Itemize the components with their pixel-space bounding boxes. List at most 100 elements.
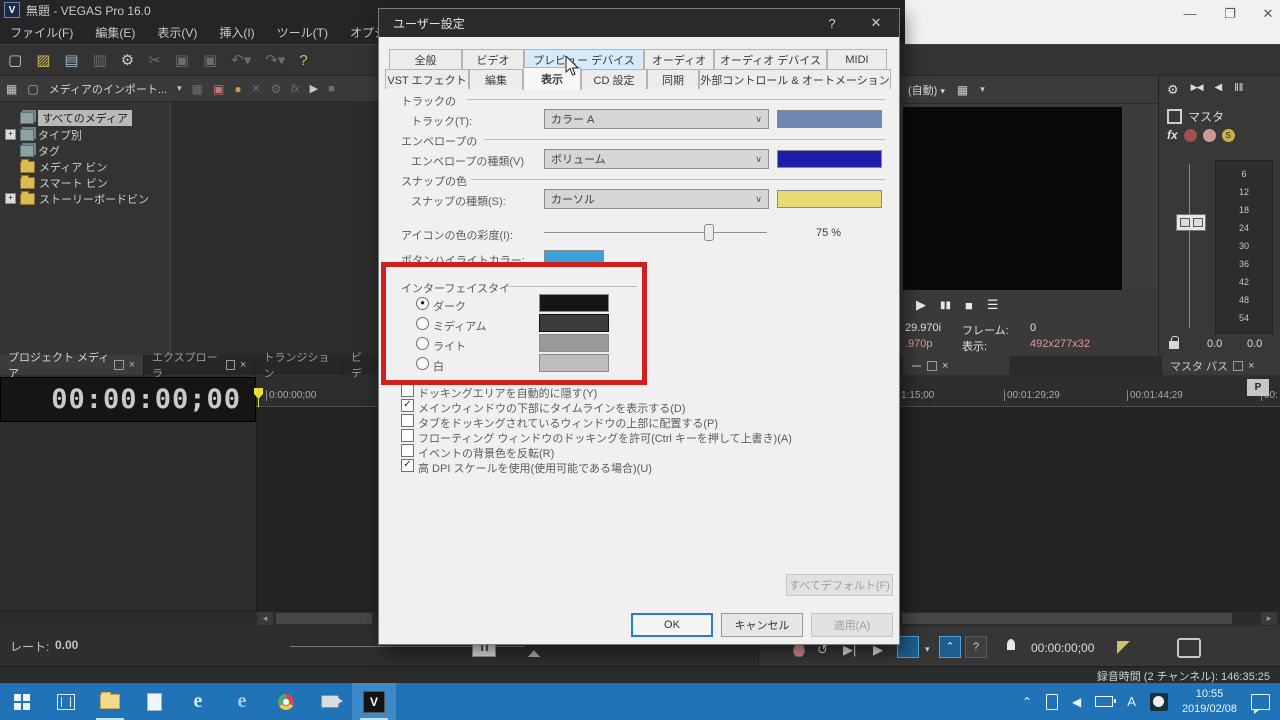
normal-edit-tool-button[interactable]: ⌃ (939, 636, 961, 658)
preview-play-icon[interactable]: ▶ (310, 82, 318, 95)
video-preview-frame[interactable] (903, 107, 1122, 290)
render-as-icon[interactable]: ▥ (93, 51, 107, 69)
dialog-tab-video[interactable]: ビデオ (462, 49, 524, 69)
preview-playlist-icon[interactable]: ☰ (987, 297, 999, 313)
apply-button[interactable]: 適用(A) (811, 613, 893, 637)
task-view-button[interactable] (44, 683, 88, 720)
tree-item-by-type[interactable]: + タイプ別 (0, 127, 170, 142)
master-fader-thumb[interactable] (1176, 214, 1206, 231)
paste-icon[interactable]: ▣ (203, 51, 217, 69)
expander-icon[interactable]: + (5, 129, 16, 140)
capture-video-icon[interactable]: ▣ (213, 82, 224, 96)
copy-icon[interactable]: ▣ (175, 51, 189, 69)
tray-chevron-up-icon[interactable]: ⌃ (1022, 695, 1032, 709)
overlays-grid-icon[interactable]: ▦ (957, 83, 968, 97)
bg-close-button[interactable]: ✕ (1253, 6, 1280, 22)
save-project-icon[interactable]: ▤ (64, 51, 78, 69)
menu-tools[interactable]: ツール(T) (277, 24, 328, 41)
taskbar-vegas-pro[interactable]: V (352, 683, 396, 720)
dialog-tab-vst-effects[interactable]: VST エフェクト (385, 69, 469, 89)
tab-explorer[interactable]: エクスプローラ × (144, 355, 255, 375)
auto-ripple-button[interactable] (897, 636, 919, 658)
taskbar-recorder-app[interactable] (308, 683, 352, 720)
redo-icon[interactable]: ↷▾ (265, 51, 285, 69)
close-icon[interactable]: × (240, 359, 246, 371)
tab-transitions[interactable]: トランジション (255, 355, 342, 375)
whats-this-help-icon[interactable]: ? (299, 52, 307, 69)
envelope-color-swatch[interactable] (777, 150, 882, 168)
ok-button[interactable]: OK (631, 613, 713, 637)
downconvert-icon[interactable]: ▦ (192, 82, 203, 96)
master-fx-icon[interactable]: fx (1167, 128, 1178, 142)
action-center-icon[interactable] (1251, 694, 1270, 710)
import-media-label[interactable]: メディアのインポート... (49, 81, 167, 97)
track-color-swatch[interactable] (777, 110, 882, 128)
remove-media-icon[interactable]: × (252, 80, 261, 97)
taskbar-file-explorer[interactable] (88, 683, 132, 720)
pin-icon[interactable] (114, 360, 123, 370)
dialog-tab-general[interactable]: 全般 (389, 49, 462, 69)
bg-minimize-button[interactable]: — (1175, 6, 1205, 21)
preview-play-icon[interactable]: ▶ (916, 297, 926, 313)
import-dropdown-icon[interactable]: ▾ (177, 83, 182, 94)
undo-icon[interactable]: ↶▾ (231, 51, 251, 69)
snap-type-select[interactable]: カーソル∨ (544, 189, 769, 209)
loop-region-triangle-icon[interactable] (1117, 641, 1130, 654)
taskbar-notepad[interactable] (132, 683, 176, 720)
taskbar-edge[interactable]: e (176, 683, 220, 720)
close-icon[interactable]: × (1248, 360, 1254, 372)
envelope-tool-icon[interactable] (1177, 638, 1201, 658)
pin-icon[interactable] (1233, 361, 1243, 371)
tree-item-storyboard-bin[interactable]: + ストーリーボードビン (0, 191, 170, 206)
dialog-tab-cd-settings[interactable]: CD 設定 (581, 69, 647, 89)
menu-file[interactable]: ファイル(F) (10, 24, 73, 41)
checkbox-high-dpi[interactable]: ✓ (401, 459, 414, 472)
dialog-help-button[interactable]: ? (819, 16, 845, 31)
dialog-close-button[interactable]: ✕ (863, 15, 889, 31)
close-icon[interactable]: × (129, 359, 135, 371)
cursor-timecode-display[interactable]: 00:00:00;00 (0, 377, 256, 422)
tree-item-smart-bin[interactable]: スマート ビン (0, 175, 170, 190)
preview-stop-icon[interactable]: ■ (328, 83, 335, 95)
new-project-icon[interactable]: ▢ (8, 51, 22, 69)
cancel-button[interactable]: キャンセル (721, 613, 803, 637)
master-meter-icon[interactable] (1167, 109, 1182, 124)
mute-icon[interactable] (1184, 129, 1197, 142)
taskbar-internet-explorer[interactable]: e (220, 683, 264, 720)
dialog-tab-preview-device[interactable]: プレビュー デバイス (524, 49, 644, 69)
usb-device-icon[interactable] (1046, 694, 1058, 710)
solo-icon[interactable]: S (1222, 129, 1235, 142)
tree-item-all-media[interactable]: すべてのメディア (0, 110, 170, 125)
preview-pause-icon[interactable]: ▮▮ (940, 300, 951, 311)
lock-icon[interactable] (1169, 338, 1181, 350)
dialog-tab-audio[interactable]: オーディオ (644, 49, 714, 69)
taskbar-chrome[interactable] (264, 683, 308, 720)
tab-master-bus[interactable]: マスタ パス × (1162, 356, 1280, 375)
tab-project-media[interactable]: プロジェクト メディア × (0, 355, 144, 375)
import-media-icon[interactable]: ▢ (27, 82, 38, 96)
track-list-header-area[interactable] (0, 422, 256, 610)
battery-icon[interactable] (1095, 696, 1113, 707)
media-properties-icon[interactable]: ⚙ (270, 82, 281, 96)
tree-item-tags[interactable]: タグ (0, 143, 170, 158)
checkbox-auto-hide-docking[interactable] (401, 384, 414, 397)
ime-icon[interactable] (1150, 693, 1168, 711)
media-manager-icon[interactable]: ▦ (6, 82, 17, 96)
scroll-left-button[interactable]: ◂ (257, 612, 273, 625)
record-bus-icon[interactable] (1203, 129, 1216, 142)
checkbox-invert-event-bg[interactable] (401, 444, 414, 457)
fit-view-icon[interactable]: ▶◀ (1191, 82, 1203, 98)
pin-icon[interactable] (927, 361, 937, 371)
media-file-list[interactable] (170, 102, 381, 355)
mixer-faders-icon[interactable]: ‖‖ (1234, 82, 1243, 98)
rate-up-arrow-icon[interactable] (528, 650, 540, 657)
ime-mode-indicator[interactable]: A (1127, 694, 1136, 709)
expander-icon[interactable]: + (5, 193, 16, 204)
tree-item-media-bin[interactable]: メディア ビン (0, 159, 170, 174)
overlays-dropdown-icon[interactable]: ▾ (980, 84, 985, 95)
preview-quality-select[interactable]: (自動) ▾ (908, 82, 945, 98)
tab-video-preview[interactable]: ー × (903, 356, 1009, 375)
scrollbar-thumb[interactable] (276, 613, 372, 624)
bg-maximize-button[interactable]: ❐ (1215, 6, 1245, 22)
snap-color-swatch[interactable] (777, 190, 882, 208)
